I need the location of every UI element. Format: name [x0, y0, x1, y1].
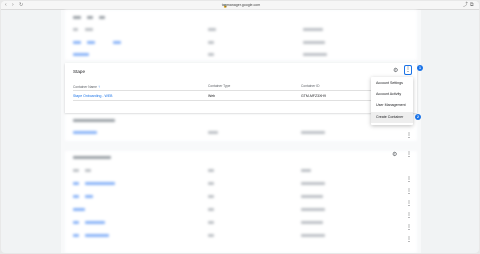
reload-icon[interactable]: ↻: [19, 3, 23, 8]
column-header-name[interactable]: Container Name ↑: [73, 84, 100, 89]
row-menu-icon[interactable]: ⋮: [406, 176, 412, 183]
blurred-account-card: [65, 114, 417, 141]
tabs-icon[interactable]: ⧉: [470, 3, 474, 8]
row-menu-icon[interactable]: ⋮: [406, 188, 412, 195]
more-options-icon[interactable]: ⋮: [406, 151, 412, 158]
address-bar[interactable]: tagmanager.google.com: [201, 3, 281, 8]
more-options-button[interactable]: ⋮: [404, 65, 412, 75]
row-menu-icon[interactable]: ⋮: [406, 212, 412, 219]
menu-item-create-container[interactable]: Create Container: [371, 112, 413, 123]
row-menu-icon[interactable]: ⋮: [406, 236, 412, 243]
blurred-account-card: [65, 151, 417, 253]
divider: [73, 90, 413, 91]
row-menu-icon[interactable]: ⋮: [406, 132, 412, 139]
gear-icon[interactable]: ⚙: [392, 151, 397, 158]
sort-ascending-icon: ↑: [97, 84, 100, 89]
step-badge-1: 1: [417, 65, 423, 71]
back-icon[interactable]: ‹: [5, 3, 7, 8]
account-options-menu: Account Settings Account Activity User M…: [371, 77, 413, 125]
column-header-id: Container ID: [301, 84, 320, 88]
menu-item-user-management[interactable]: User Management: [371, 100, 413, 111]
container-type: Web: [208, 94, 216, 98]
account-card-stape: Stape ⚙ ⋮ Container Name ↑ Container Typ…: [65, 63, 417, 113]
account-title: Stape: [73, 69, 86, 74]
row-menu-icon[interactable]: ⋮: [406, 224, 412, 231]
row-menu-icon[interactable]: ⋮: [406, 200, 412, 207]
share-icon[interactable]: ⤴: [463, 3, 468, 8]
menu-item-account-settings[interactable]: Account Settings: [371, 78, 413, 89]
forward-icon[interactable]: ›: [12, 3, 14, 8]
tag-manager-page: Stape ⚙ ⋮ Container Name ↑ Container Typ…: [61, 10, 421, 253]
step-badge-2: 2: [415, 114, 421, 120]
menu-item-account-activity[interactable]: Account Activity: [371, 89, 413, 100]
browser-window: ‹ › ↻ 🔒 tagmanager.google.com ⤴ ⧉ Stape …: [1, 1, 479, 253]
blurred-account-card: [65, 10, 417, 60]
container-name-link[interactable]: Stape Onboarding - WEB: [73, 94, 113, 98]
column-header-type: Container Type: [208, 84, 231, 88]
divider: [73, 100, 413, 101]
gear-icon[interactable]: ⚙: [393, 67, 398, 74]
container-id: GTM-MFZ3XH9: [301, 94, 326, 98]
browser-toolbar: ‹ › ↻ 🔒 tagmanager.google.com ⤴ ⧉: [1, 1, 479, 10]
